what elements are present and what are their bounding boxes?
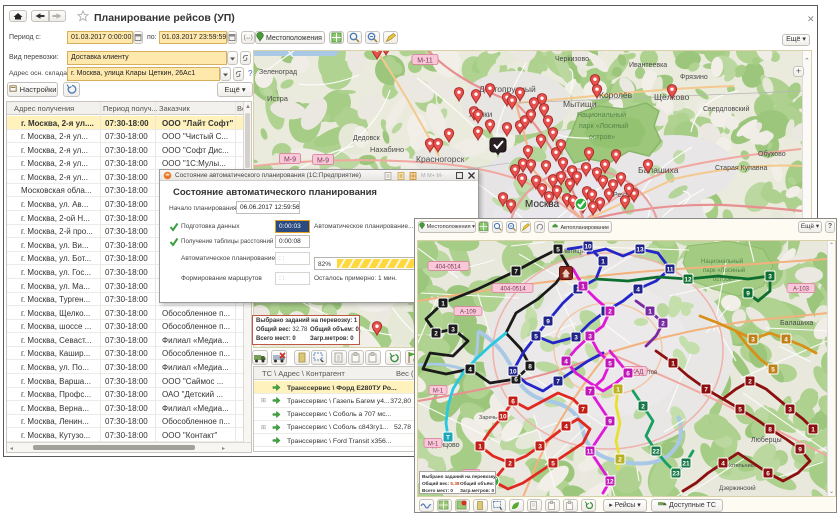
svg-text:Ивантеевка: Ивантеевка bbox=[629, 62, 667, 69]
svg-text:М-9: М-9 bbox=[317, 158, 329, 165]
svg-text:М-11: М-11 bbox=[417, 58, 433, 65]
svg-text:3: 3 bbox=[788, 407, 792, 414]
svg-text:5: 5 bbox=[738, 407, 742, 414]
svg-text:5: 5 bbox=[551, 461, 555, 468]
svg-text:парк «Лосиный: парк «Лосиный bbox=[579, 122, 628, 130]
svg-text:2: 2 bbox=[608, 309, 612, 316]
svg-text:Дедовск: Дедовск bbox=[353, 135, 381, 142]
svg-text:Свердловский: Свердловский bbox=[703, 105, 750, 113]
svg-text:11: 11 bbox=[587, 449, 594, 456]
svg-text:Старая Купавна: Старая Купавна bbox=[715, 165, 767, 172]
svg-text:1: 1 bbox=[616, 387, 620, 394]
svg-text:Нахабино: Нахабино bbox=[370, 145, 404, 154]
svg-text:11: 11 bbox=[667, 267, 674, 274]
svg-text:Фрязино: Фрязино bbox=[680, 74, 708, 81]
svg-text:А-109: А-109 bbox=[460, 310, 477, 316]
svg-text:5: 5 bbox=[534, 334, 538, 341]
svg-text:T: T bbox=[446, 435, 450, 442]
svg-text:9: 9 bbox=[546, 319, 550, 326]
svg-text:1: 1 bbox=[441, 301, 445, 308]
svg-text:7: 7 bbox=[556, 379, 560, 386]
svg-text:7: 7 bbox=[581, 407, 585, 414]
svg-text:8: 8 bbox=[528, 364, 532, 371]
svg-text:Мытищи: Мытищи bbox=[561, 249, 585, 255]
svg-text:А-103: А-103 bbox=[793, 287, 810, 293]
svg-text:2: 2 bbox=[641, 404, 645, 411]
svg-text:10: 10 bbox=[584, 244, 592, 251]
svg-text:3: 3 bbox=[574, 335, 578, 342]
svg-text:1: 1 bbox=[478, 444, 482, 451]
svg-text:Москва: Москва bbox=[525, 199, 560, 210]
svg-text:Черкизово: Черкизово bbox=[555, 56, 589, 63]
svg-text:4: 4 bbox=[564, 359, 568, 366]
svg-text:Котельники: Котельники bbox=[727, 463, 756, 469]
svg-text:4: 4 bbox=[564, 424, 568, 431]
svg-text:7: 7 bbox=[704, 387, 708, 394]
svg-text:Обухово: Обухово bbox=[758, 150, 786, 158]
svg-text:6: 6 bbox=[511, 399, 515, 406]
svg-text:1: 1 bbox=[601, 259, 605, 266]
svg-text:23: 23 bbox=[672, 471, 680, 478]
svg-text:12: 12 bbox=[606, 479, 614, 486]
svg-text:Национальный: Национальный bbox=[701, 258, 743, 265]
svg-text:7: 7 bbox=[514, 269, 518, 276]
svg-text:Балашиха: Балашиха bbox=[780, 320, 813, 327]
svg-text:1: 1 bbox=[581, 284, 585, 291]
svg-text:Королёв: Королёв bbox=[599, 90, 633, 100]
svg-text:5: 5 bbox=[608, 361, 612, 368]
svg-text:Национальный: Национальный bbox=[577, 111, 626, 119]
svg-text:остров»: остров» bbox=[589, 134, 615, 141]
svg-text:Красногорск: Красногорск bbox=[416, 154, 465, 164]
svg-text:4: 4 bbox=[784, 337, 788, 344]
svg-text:13: 13 bbox=[636, 247, 644, 254]
svg-text:парк «Лосиный: парк «Лосиный bbox=[703, 267, 745, 274]
svg-text:4: 4 bbox=[468, 367, 472, 374]
svg-text:М-9: М-9 bbox=[284, 157, 296, 164]
svg-text:3: 3 bbox=[768, 274, 772, 281]
svg-text:8: 8 bbox=[768, 427, 772, 434]
svg-text:7: 7 bbox=[588, 389, 592, 396]
svg-text:3: 3 bbox=[538, 444, 542, 451]
svg-text:9: 9 bbox=[746, 291, 750, 298]
svg-text:10: 10 bbox=[509, 369, 517, 376]
svg-text:М-1: М-1 bbox=[428, 442, 439, 448]
svg-text:5: 5 bbox=[771, 367, 775, 374]
svg-text:9: 9 bbox=[608, 419, 612, 426]
svg-text:6: 6 bbox=[766, 471, 770, 478]
svg-text:1: 1 bbox=[648, 309, 652, 316]
svg-text:2: 2 bbox=[748, 379, 752, 386]
svg-text:Люберцы: Люберцы bbox=[751, 436, 782, 444]
svg-text:3: 3 bbox=[451, 327, 455, 334]
svg-text:5: 5 bbox=[556, 247, 560, 254]
svg-text:2: 2 bbox=[434, 331, 438, 338]
svg-text:6: 6 bbox=[626, 371, 630, 378]
svg-text:4: 4 bbox=[636, 287, 640, 294]
svg-text:4: 4 bbox=[721, 461, 725, 468]
svg-text:9: 9 bbox=[798, 447, 802, 454]
svg-text:1: 1 bbox=[811, 427, 815, 434]
svg-text:Зеленоград: Зеленоград bbox=[259, 69, 297, 76]
svg-text:3: 3 bbox=[588, 334, 592, 341]
svg-text:2: 2 bbox=[661, 321, 665, 328]
svg-text:22: 22 bbox=[652, 449, 660, 456]
svg-text:21: 21 bbox=[682, 461, 690, 468]
svg-text:404-0514: 404-0514 bbox=[500, 287, 526, 293]
svg-text:10: 10 bbox=[499, 414, 507, 421]
svg-text:Истра: Истра bbox=[267, 94, 289, 103]
svg-text:Мытищи: Мытищи bbox=[563, 99, 597, 109]
svg-text:12: 12 bbox=[684, 277, 692, 284]
svg-text:6: 6 bbox=[514, 377, 518, 384]
svg-text:М-1: М-1 bbox=[433, 389, 444, 395]
svg-text:1: 1 bbox=[671, 361, 675, 368]
svg-text:Заречье: Заречье bbox=[479, 415, 500, 421]
svg-text:2: 2 bbox=[618, 457, 622, 464]
svg-text:2: 2 bbox=[508, 461, 512, 468]
svg-text:3: 3 bbox=[751, 337, 755, 344]
svg-text:404-0514: 404-0514 bbox=[435, 265, 461, 271]
svg-text:Дзержинский: Дзержинский bbox=[719, 485, 756, 492]
